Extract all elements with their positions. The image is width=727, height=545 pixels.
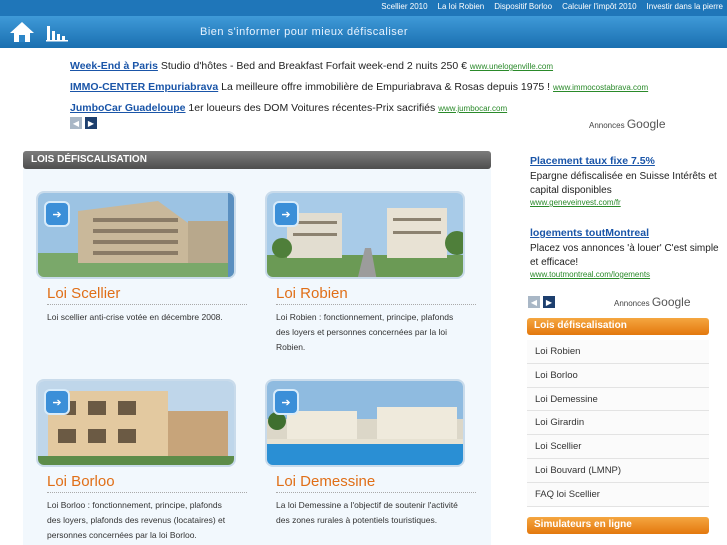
ad-text: La meilleure offre immobilière de Empuri… — [218, 81, 554, 93]
chart-icon[interactable] — [46, 24, 68, 42]
google-logo: Google — [626, 117, 666, 131]
play-arrow-icon[interactable]: ➔ — [44, 389, 70, 415]
topnav-link-investir[interactable]: Investir dans la pierre — [647, 2, 723, 11]
sidebar-simulateurs-title: Simulateurs en ligne — [534, 519, 632, 530]
card-description: La loi Demessine a l'objectif de souteni… — [276, 500, 458, 525]
section-title: LOIS DÉFISCALISATION — [31, 154, 147, 165]
card-loi-robien[interactable]: ➔ Loi Robien Loi Robien : fonctionnement… — [265, 191, 476, 355]
section-header: LOIS DÉFISCALISATION — [23, 151, 491, 169]
topnav-link-borloo[interactable]: Dispositif Borloo — [494, 2, 552, 11]
sidebar-ad-pager: ◀ ▶ — [528, 296, 555, 308]
annonces-label: Annonces — [614, 299, 650, 308]
ad-url[interactable]: www.unelogenville.com — [470, 62, 553, 71]
card-image[interactable]: ➔ — [265, 191, 465, 279]
ad-item[interactable]: JumboCar Guadeloupe 1er loueurs des DOM … — [70, 98, 666, 119]
sidebar-ad-text: Epargne défiscalisée en Suisse Intérêts … — [530, 171, 717, 196]
ad-title[interactable]: JumboCar Guadeloupe — [70, 102, 186, 114]
sidebar-ad-text: Placez vos annonces 'à louer' C'est simp… — [530, 243, 719, 268]
google-logo: Google — [651, 295, 691, 309]
top-nav-links: Scellier 2010 La loi Robien Dispositif B… — [381, 2, 723, 11]
ad-title[interactable]: IMMO-CENTER Empuriabrava — [70, 81, 218, 93]
play-arrow-icon[interactable]: ➔ — [44, 201, 70, 227]
card-description: Loi Borloo : fonctionnement, principe, p… — [47, 500, 226, 540]
topnav-link-scellier[interactable]: Scellier 2010 — [381, 2, 427, 11]
card-title[interactable]: Loi Robien — [276, 285, 465, 302]
ad-title[interactable]: Week-End à Paris — [70, 60, 158, 72]
card-divider — [276, 492, 476, 493]
ad-item[interactable]: IMMO-CENTER Empuriabrava La meilleure of… — [70, 77, 666, 98]
sidebar-lois-title: Lois défiscalisation — [534, 320, 627, 331]
sidebar-item-faq-scellier[interactable]: FAQ loi Scellier — [527, 482, 709, 507]
ad-block-top: Week-End à Paris Studio d'hôtes - Bed an… — [70, 56, 666, 119]
sidebar-ad-item[interactable]: logements toutMontreal Placez vos annonc… — [530, 227, 720, 279]
play-arrow-icon[interactable]: ➔ — [273, 201, 299, 227]
ads-by-google-label[interactable]: Annonces Google — [589, 117, 666, 131]
card-title[interactable]: Loi Demessine — [276, 473, 465, 490]
card-image[interactable]: ➔ — [36, 379, 236, 467]
card-divider — [47, 492, 247, 493]
home-icon[interactable] — [8, 20, 36, 44]
sidebar-ad-url[interactable]: www.toutmontreal.com/logements — [530, 270, 720, 279]
sidebar-ad-title[interactable]: Placement taux fixe 7.5% — [530, 155, 720, 167]
card-loi-scellier[interactable]: ➔ Loi Scellier Loi scellier anti-crise v… — [36, 191, 247, 325]
card-title[interactable]: Loi Borloo — [47, 473, 236, 490]
ad-text: 1er loueurs des DOM Voitures récentes-Pr… — [185, 102, 439, 114]
card-description: Loi scellier anti-crise votée en décembr… — [47, 312, 223, 322]
sidebar-ad-title[interactable]: logements toutMontreal — [530, 227, 720, 239]
sidebar-item-borloo[interactable]: Loi Borloo — [527, 363, 709, 388]
ad-pager: ◀ ▶ — [70, 117, 97, 129]
card-loi-demessine[interactable]: ➔ Loi Demessine La loi Demessine a l'obj… — [265, 379, 476, 528]
play-arrow-icon[interactable]: ➔ — [273, 389, 299, 415]
ad-url[interactable]: www.jumbocar.com — [438, 104, 507, 113]
card-loi-borloo[interactable]: ➔ Loi Borloo Loi Borloo : fonctionnement… — [36, 379, 247, 543]
sidebar-item-robien[interactable]: Loi Robien — [527, 340, 709, 364]
ad-prev-button[interactable]: ◀ — [70, 117, 82, 129]
topnav-link-impot[interactable]: Calculer l'impôt 2010 — [562, 2, 636, 11]
sidebar-simulateurs-header[interactable]: Simulateurs en ligne — [527, 517, 709, 534]
top-navigation: Scellier 2010 La loi Robien Dispositif B… — [0, 0, 727, 16]
ad-item[interactable]: Week-End à Paris Studio d'hôtes - Bed an… — [70, 56, 666, 77]
topnav-link-robien[interactable]: La loi Robien — [438, 2, 485, 11]
sidebar-item-girardin[interactable]: Loi Girardin — [527, 411, 709, 436]
sidebar-ad-item[interactable]: Placement taux fixe 7.5% Epargne défisca… — [530, 155, 720, 207]
sidebar-ad-url[interactable]: www.geneveinvest.com/fr — [530, 198, 720, 207]
ad-text: Studio d'hôtes - Bed and Breakfast Forfa… — [157, 60, 470, 72]
sidebar-lois-header: Lois défiscalisation — [527, 318, 709, 335]
card-divider — [47, 304, 247, 305]
card-description: Loi Robien : fonctionnement, principe, p… — [276, 312, 454, 352]
card-divider — [276, 304, 476, 305]
header-band: Bien s'informer pour mieux défiscaliser — [0, 16, 727, 48]
sidebar-ad-next-button[interactable]: ▶ — [543, 296, 555, 308]
ad-next-button[interactable]: ▶ — [85, 117, 97, 129]
card-title[interactable]: Loi Scellier — [47, 285, 236, 302]
ad-block-sidebar: Placement taux fixe 7.5% Epargne défisca… — [530, 155, 720, 279]
sidebar-item-bouvard[interactable]: Loi Bouvard (LMNP) — [527, 458, 709, 483]
site-tagline: Bien s'informer pour mieux défiscaliser — [200, 26, 409, 38]
sidebar-item-demessine[interactable]: Loi Demessine — [527, 387, 709, 412]
sidebar-item-scellier[interactable]: Loi Scellier — [527, 435, 709, 459]
annonces-label: Annonces — [589, 121, 625, 130]
sidebar-ads-by-google-label[interactable]: Annonces Google — [614, 295, 691, 309]
ad-url[interactable]: www.immocostabrava.com — [553, 83, 648, 92]
sidebar-ad-prev-button[interactable]: ◀ — [528, 296, 540, 308]
sidebar-lois-list: Loi Robien Loi Borloo Loi Demessine Loi … — [527, 340, 709, 507]
card-image[interactable]: ➔ — [265, 379, 465, 467]
card-image[interactable]: ➔ — [36, 191, 236, 279]
